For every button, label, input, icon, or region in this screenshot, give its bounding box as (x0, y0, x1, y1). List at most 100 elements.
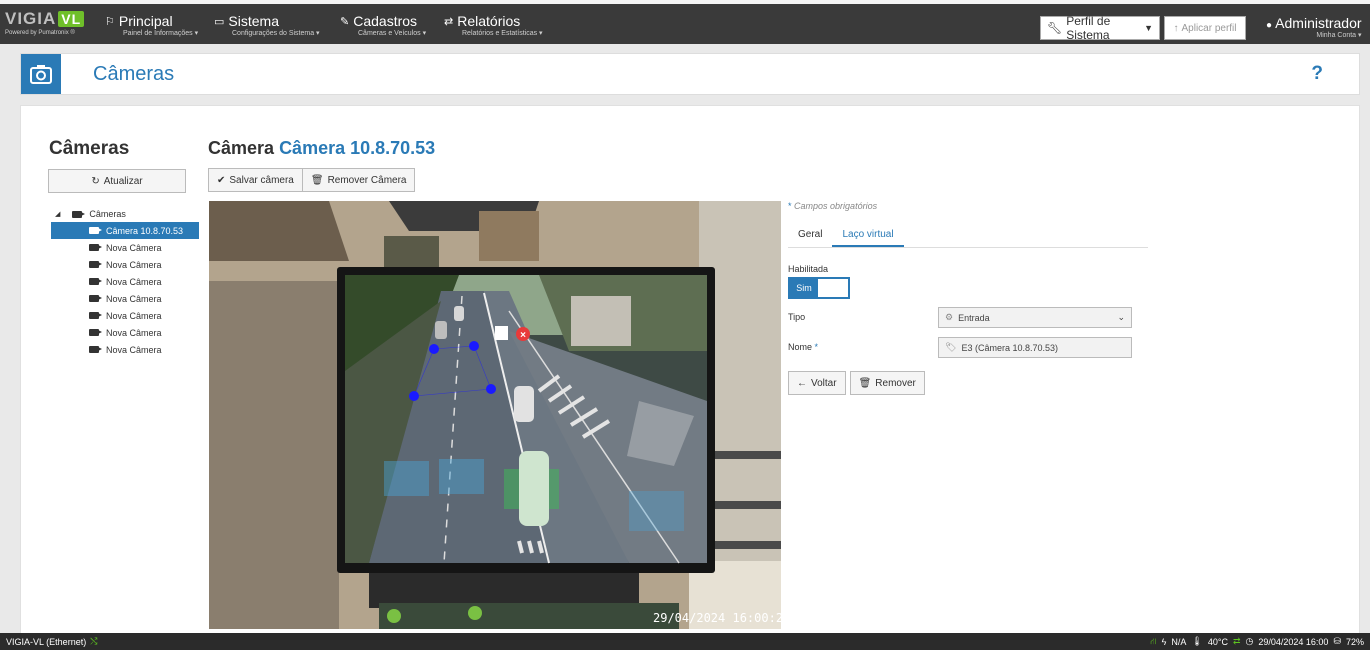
status-bar: VIGIA-VL (Ethernet) ⤭ ⛙ ϟ N/A 🌡︎ 40°C ⇄ … (0, 633, 1370, 650)
remove-camera-button[interactable]: 🗑︎ Remover Câmera (302, 168, 416, 192)
enabled-label: Habilitada (788, 264, 829, 274)
camera-heading: Câmera Câmera 10.8.70.53 (208, 138, 435, 159)
temperature-value: 40°C (1207, 636, 1228, 647)
video-camera-icon (89, 261, 102, 268)
nav-relatorios-label: Relatórios (457, 13, 521, 29)
tree-item-camera[interactable]: Nova Câmera (51, 341, 199, 358)
sync-icon: ⇄ (1232, 636, 1241, 646)
tree-item-label: Nova Câmera (106, 344, 162, 355)
user-name: Administrador (1275, 15, 1362, 31)
tree-item-camera[interactable]: Nova Câmera (51, 273, 199, 290)
name-row: Nome * 🏷︎ E3 (Câmera 10.8.70.53) (788, 337, 1148, 359)
profile-select-value: Perfil de Sistema (1066, 14, 1111, 42)
tab-geral[interactable]: Geral (788, 223, 832, 247)
tree-item-camera[interactable]: Nova Câmera (51, 290, 199, 307)
virtual-loop-form: * Campos obrigatórios Geral Laço virtual… (788, 201, 1148, 395)
brand-logo[interactable]: VIGIA VL Powered by Pumatronix ® (5, 9, 95, 45)
apply-profile-label: Aplicar perfil (1181, 22, 1237, 34)
type-row: Tipo ⚙ Entrada ⌄ (788, 307, 1148, 329)
tree-item-camera[interactable]: Nova Câmera (51, 307, 199, 324)
help-icon[interactable]: ? (1311, 63, 1323, 85)
page-header: Câmeras ? (20, 53, 1360, 95)
nav-sistema-label: Sistema (228, 13, 279, 29)
gear-icon: ⚙ (945, 312, 954, 322)
main-panel: Câmeras ↻ Atualizar ◢ Câmeras Câmera 10.… (20, 105, 1360, 635)
video-camera-icon (89, 295, 102, 302)
tag-icon: 🏷︎ (945, 342, 957, 352)
video-camera-icon (89, 346, 102, 353)
refresh-button[interactable]: ↻ Atualizar (48, 169, 186, 193)
brand-subtitle: Powered by Pumatronix ® (5, 30, 75, 36)
tree-item-camera[interactable]: Câmera 10.8.70.53 (51, 222, 199, 239)
clock-icon: ◷ (1245, 636, 1254, 646)
name-field-value: E3 (Câmera 10.8.70.53) (961, 342, 1058, 353)
nav-sistema[interactable]: ▭ Sistema Configurações do Sistema ▾ (214, 13, 320, 37)
camera-tree: ◢ Câmeras Câmera 10.8.70.53 Nova Câmera … (51, 206, 199, 358)
tree-item-label: Nova Câmera (106, 327, 162, 338)
network-icon: ⛙ (1150, 635, 1157, 646)
connection-label: VIGIA-VL (Ethernet) (6, 636, 87, 647)
camera-heading-prefix: Câmera (208, 138, 275, 158)
save-camera-button[interactable]: ✔ Salvar câmera (208, 168, 303, 192)
brand-badge: VL (58, 11, 85, 27)
remove-loop-label: Remover (875, 377, 916, 389)
nav-principal-sub: Painel de Informações ▾ (123, 30, 199, 37)
name-label-text: Nome (788, 342, 813, 352)
tree-item-camera[interactable]: Nova Câmera (51, 256, 199, 273)
required-note-text: Campos obrigatórios (794, 201, 878, 211)
tree-item-camera[interactable]: Nova Câmera (51, 239, 199, 256)
refresh-icon: ↻ (91, 175, 100, 187)
tree-item-label: Nova Câmera (106, 310, 162, 321)
nav-cadastros-label: Cadastros (353, 13, 418, 29)
tree-root[interactable]: ◢ Câmeras (51, 206, 199, 222)
apply-profile-button[interactable]: ↑ Aplicar perfil (1164, 16, 1246, 40)
user-menu-sub: Minha Conta ▾ (1316, 32, 1362, 39)
tree-item-label: Câmera 10.8.70.53 (106, 225, 184, 236)
video-camera-icon (89, 227, 102, 234)
tree-root-label: Câmeras (89, 209, 126, 219)
disk-value: 72% (1345, 636, 1364, 647)
tab-laco-virtual[interactable]: Laço virtual (832, 223, 904, 247)
power-value: N/A (1171, 636, 1187, 647)
tree-item-label: Nova Câmera (106, 242, 162, 253)
sidebar-title: Câmeras (49, 138, 130, 159)
collapse-icon[interactable]: ◢ (55, 210, 60, 218)
camera-icon (21, 54, 61, 94)
profile-select[interactable]: 🔧︎ Perfil de Sistema ▼ (1040, 14, 1160, 42)
nav-cadastros-sub: Câmeras e Veículos ▾ (358, 30, 427, 37)
user-icon: ● (1266, 20, 1273, 31)
nav-principal[interactable]: ⚐ Principal Painel de Informações ▾ (105, 13, 198, 37)
name-field[interactable]: 🏷︎ E3 (Câmera 10.8.70.53) (938, 337, 1132, 358)
refresh-label: Atualizar (103, 175, 143, 187)
tree-item-label: Nova Câmera (106, 293, 162, 304)
video-camera-icon (89, 278, 102, 285)
enabled-toggle[interactable]: Sim (788, 277, 850, 299)
tree-item-camera[interactable]: Nova Câmera (51, 324, 199, 341)
video-camera-icon (89, 312, 102, 319)
chevron-down-icon: ⌄ (1117, 312, 1125, 322)
arrow-left-icon: ← (797, 377, 807, 389)
flag-icon: ⚐ (105, 15, 115, 28)
enabled-toggle-value: Sim (790, 279, 818, 297)
camera-image-view[interactable]: × 29/04/2024 16:00:21 (209, 201, 781, 629)
tree-item-label: Nova Câmera (106, 259, 162, 270)
nav-cadastros[interactable]: ✎ Cadastros Câmeras e Veículos ▾ (340, 13, 426, 37)
top-navigation-bar: VIGIA VL Powered by Pumatronix ® ⚐ Princi… (0, 0, 1370, 44)
monitor-icon: ▭ (214, 15, 225, 28)
back-button[interactable]: ← Voltar (788, 371, 846, 395)
form-tabs: Geral Laço virtual (788, 223, 1148, 248)
nav-relatorios[interactable]: ⇄ Relatórios Relatórios e Estatísticas ▾ (444, 13, 543, 37)
back-label: Voltar (811, 377, 837, 389)
type-label: Tipo (788, 312, 806, 322)
remove-loop-button[interactable]: 🗑︎ Remover (849, 371, 925, 395)
camera-timestamp: 29/04/2024 16:00:21 (653, 611, 781, 625)
transfer-icon: ⇄ (444, 15, 454, 28)
save-camera-label: Salvar câmera (229, 174, 294, 186)
type-select[interactable]: ⚙ Entrada ⌄ (938, 307, 1132, 328)
check-icon: ✔ (217, 174, 226, 186)
name-label: Nome * (788, 342, 818, 352)
user-menu[interactable]: ● Administrador Minha Conta ▾ (1266, 15, 1362, 39)
thermometer-icon: 🌡︎ (1191, 636, 1203, 646)
power-icon: ϟ (1161, 636, 1167, 647)
video-camera-icon (72, 210, 86, 218)
